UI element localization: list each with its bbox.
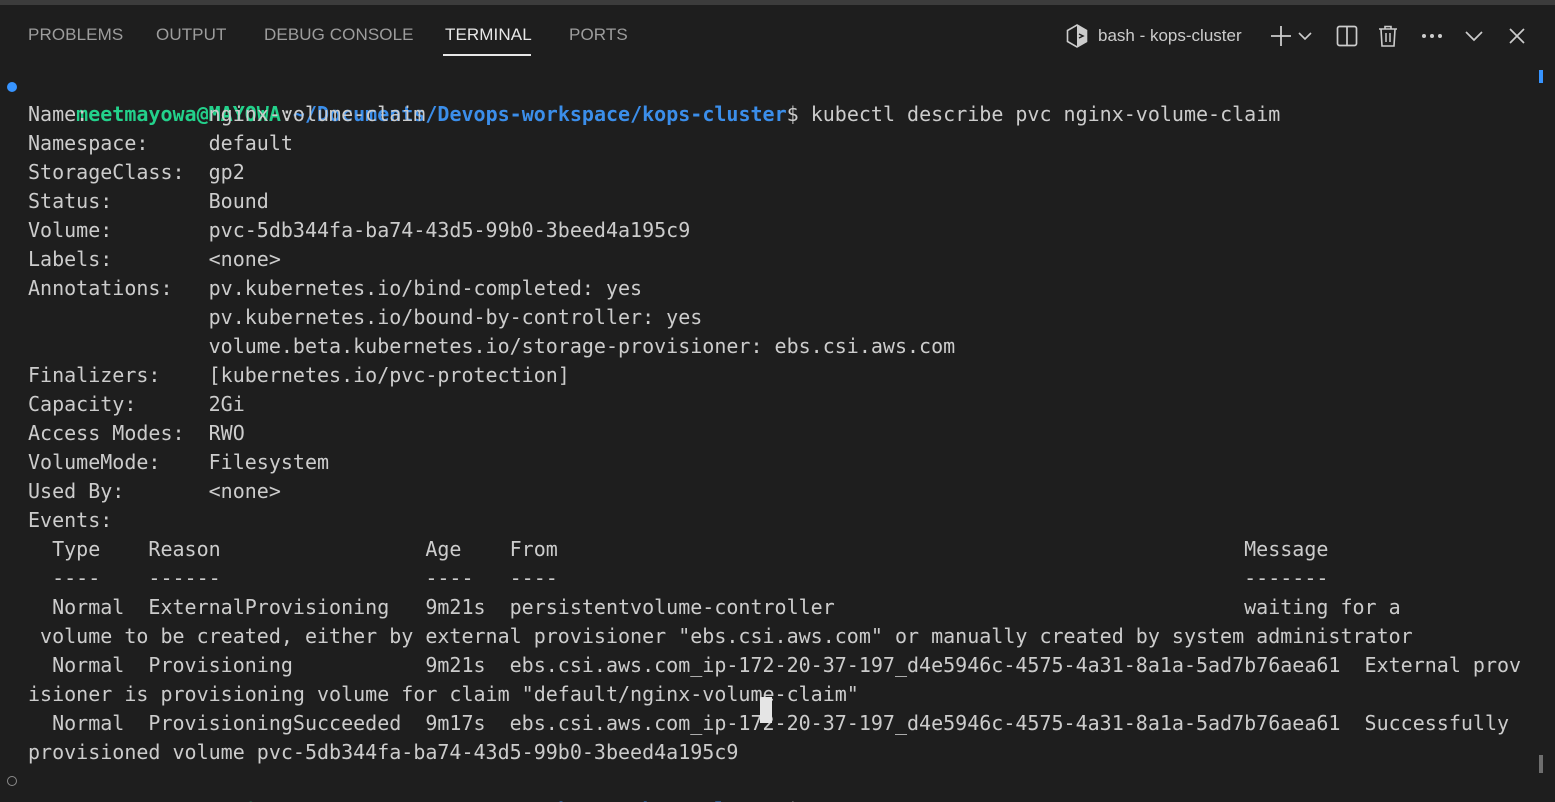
maximize-panel-chevron-icon [1465,31,1483,42]
tab-debug-console[interactable]: DEBUG CONSOLE [264,25,414,45]
active-tab-indicator [443,54,531,56]
more-actions-icon [1422,34,1442,38]
output-line: Normal Provisioning 9m21s ebs.csi.aws.co… [28,653,1522,677]
split-terminal-button[interactable] [1332,21,1362,51]
prompt-symbol: $ [787,798,799,802]
prompt-line-current: meetmayowa@MAYOWA:~/Documents/Devops-wor… [28,767,798,802]
output-line: Annotations: pv.kubernetes.io/bind-compl… [28,276,643,300]
output-line: Access Modes: RWO [28,421,245,445]
prompt-path: ~/Documents/Devops-workspace/kops-cluste… [293,798,787,802]
output-line: Capacity: 2Gi [28,392,245,416]
bash-terminal-icon [1066,24,1088,48]
terminal-name-label: bash - kops-cluster [1098,26,1242,45]
output-line: Events: [28,508,113,532]
tab-ports[interactable]: PORTS [569,25,628,45]
terminal-viewport[interactable]: meetmayowa@MAYOWA:~/Documents/Devops-wor… [0,71,1530,802]
output-line: Type Reason Age From Message [28,537,1329,561]
maximize-panel-button[interactable] [1459,21,1489,51]
pending-command-decoration[interactable] [7,776,17,786]
split-terminal-icon [1336,25,1358,47]
scrollbar-marker[interactable] [1539,70,1543,83]
tab-terminal[interactable]: TERMINAL [445,25,532,45]
close-panel-icon [1509,28,1525,44]
output-line: Namespace: default [28,131,293,155]
more-actions-button[interactable] [1417,21,1447,51]
command-success-decoration[interactable] [7,82,17,92]
tab-problems[interactable]: PROBLEMS [28,25,123,45]
kill-terminal-button[interactable] [1373,21,1403,51]
output-line: Volume: pvc-5db344fa-ba74-43d5-99b0-3bee… [28,218,691,242]
prompt-user: meetmayowa@MAYOWA [76,798,281,802]
new-terminal-icon [1271,26,1291,46]
panel-header: PROBLEMS OUTPUT DEBUG CONSOLE TERMINAL P… [0,5,1555,63]
output-line: ---- ------ ---- ---- ------- [28,566,1329,590]
output-line: volume.beta.kubernetes.io/storage-provis… [28,334,956,358]
output-line: VolumeMode: Filesystem [28,450,330,474]
output-line: Used By: <none> [28,479,281,503]
launch-profile-chevron-icon [1298,32,1312,41]
kill-terminal-icon [1379,25,1397,47]
output-line: pv.kubernetes.io/bound-by-controller: ye… [28,305,703,329]
output-line: Status: Bound [28,189,269,213]
launch-profile-button[interactable] [1294,21,1316,51]
terminal-cursor [760,697,772,723]
scrollbar-thumb[interactable] [1539,755,1543,773]
output-line: provisioned volume pvc-5db344fa-ba74-43d… [28,740,739,764]
close-panel-button[interactable] [1502,21,1532,51]
output-line: StorageClass: gp2 [28,160,245,184]
command-text: kubectl describe pvc nginx-volume-claim [798,102,1281,126]
terminal-name-button[interactable]: bash - kops-cluster [1066,21,1242,51]
output-line: Finalizers: [kubernetes.io/pvc-protectio… [28,363,570,387]
tab-output[interactable]: OUTPUT [156,25,226,45]
prompt-separator: : [281,798,293,802]
output-line: volume to be created, either by external… [28,624,1413,648]
output-line: Normal ExternalProvisioning 9m21s persis… [28,595,1401,619]
prompt-line: meetmayowa@MAYOWA:~/Documents/Devops-wor… [28,71,1280,126]
output-line: Labels: <none> [28,247,281,271]
new-terminal-button[interactable] [1266,21,1296,51]
output-line: Name: nginx-volume-claim [28,102,426,126]
output-line: isioner is provisioning volume for claim… [28,682,859,706]
prompt-symbol: $ [786,102,799,126]
